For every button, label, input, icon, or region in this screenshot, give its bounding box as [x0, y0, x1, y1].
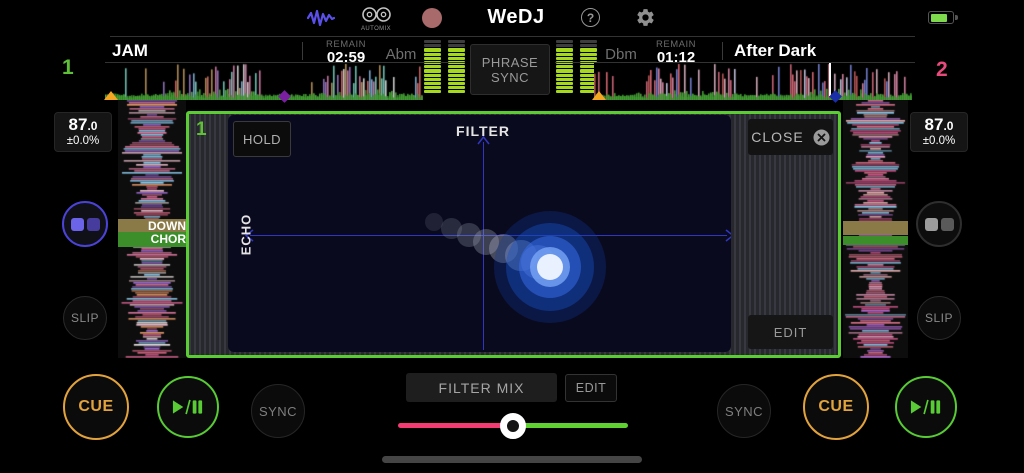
deck2-play-pause-button[interactable]: [895, 376, 957, 438]
deck1-bpm-display[interactable]: 87.0 ±0.0%: [54, 112, 112, 152]
crossfader-track-right[interactable]: [513, 423, 628, 428]
deck2-overview-waveform[interactable]: [594, 63, 912, 100]
phrase-sync-button[interactable]: PHRASE SYNC: [470, 44, 550, 95]
deck1-pad-mode-button[interactable]: [62, 201, 108, 247]
deck2-cue-button[interactable]: CUE: [803, 374, 869, 440]
phrase-sync-line2: SYNC: [490, 69, 530, 85]
deck1-key: Abm: [385, 46, 417, 63]
pad-icon: [924, 217, 938, 231]
fx-close-button[interactable]: CLOSE: [748, 119, 833, 155]
fx-panel-deck-number: 1: [196, 119, 207, 140]
filter-mix-button[interactable]: FILTER MIX: [406, 373, 557, 402]
pad-icon: [86, 217, 100, 231]
deck1-track-title: JAM: [112, 41, 148, 60]
fx-edit-button[interactable]: EDIT: [748, 315, 833, 349]
deck2-sync-button[interactable]: SYNC: [717, 384, 771, 438]
deck2-slip-button[interactable]: SLIP: [917, 296, 961, 340]
deck2-key: Dbm: [605, 46, 637, 63]
deck2-playhead: [829, 63, 831, 96]
deck2-track-title: After Dark: [734, 41, 817, 60]
deck2-tempo-range: ±0.0%: [922, 134, 956, 147]
deck1-play-pause-button[interactable]: [157, 376, 219, 438]
deck1-bpm: 87: [68, 115, 88, 134]
deck2-number: 2: [936, 58, 948, 81]
battery-fill: [930, 13, 947, 22]
deck2-phrase-band: [843, 221, 908, 235]
phrase-sync-line1: PHRASE: [481, 54, 539, 70]
fx-xy-pad[interactable]: FILTER ECHO HOLD: [228, 115, 731, 352]
deck2-bpm-display[interactable]: 87.0 ±0.0%: [910, 112, 968, 152]
battery-icon: [928, 11, 954, 24]
deck1-slip-button[interactable]: SLIP: [63, 296, 107, 340]
automix-label: AUTOMIX: [360, 26, 392, 32]
hold-button[interactable]: HOLD: [233, 121, 291, 157]
battery-nub: [955, 15, 958, 20]
help-icon[interactable]: ?: [581, 8, 600, 27]
deck1-cue-button[interactable]: CUE: [63, 374, 129, 440]
wedj-app: AUTOMIX WeDJ ? 1 2 JAM REMAIN 02:59 Abm …: [0, 0, 1024, 473]
home-indicator[interactable]: [382, 456, 642, 463]
crossfader-knob[interactable]: [500, 413, 526, 439]
fx-edit-bottom-button[interactable]: EDIT: [565, 374, 617, 402]
play-pause-icon: [910, 399, 941, 415]
deck1-tempo-range: ±0.0%: [66, 134, 100, 147]
touch-layer: [228, 115, 731, 352]
app-title: WeDJ: [487, 6, 545, 28]
deck1-phrase-band-chorus: CHOR: [118, 232, 186, 247]
deck2-phrase-band-2: [843, 236, 908, 245]
pad-icon: [940, 217, 954, 231]
deck2-level-meter: [556, 40, 597, 94]
deck1-number: 1: [62, 56, 74, 79]
crossfader-track-left[interactable]: [398, 423, 513, 428]
deck1-sync-button[interactable]: SYNC: [251, 384, 305, 438]
pad-icon: [70, 217, 84, 231]
deck1-cue-marker: [104, 91, 118, 100]
deck1-phrase-band-down: DOWN: [118, 219, 186, 233]
waveform-view-icon[interactable]: [307, 9, 335, 27]
close-icon: [813, 129, 830, 145]
automix-button[interactable]: AUTOMIX: [360, 6, 392, 32]
automix-icon: [362, 7, 391, 22]
deck2-cue-marker: [592, 91, 606, 100]
deck1-level-meter: [424, 40, 465, 94]
record-button[interactable]: [422, 8, 442, 28]
deck1-overview-waveform[interactable]: [105, 63, 423, 100]
play-pause-icon: [172, 399, 203, 415]
deck2-pad-mode-button[interactable]: [916, 201, 962, 247]
settings-gear-icon[interactable]: [635, 7, 656, 28]
deck2-bpm: 87: [924, 115, 944, 134]
